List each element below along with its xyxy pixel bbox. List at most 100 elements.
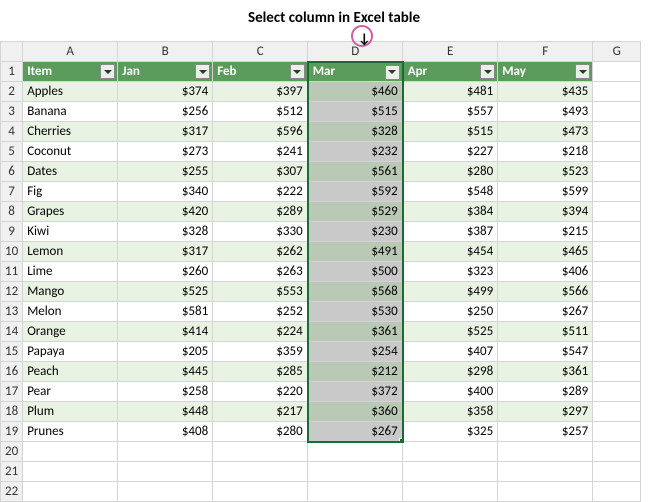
cell-A20[interactable] [23, 442, 118, 462]
cell-value[interactable]: $530 [308, 302, 403, 322]
table-header-mar[interactable]: Mar [308, 62, 403, 82]
cell-value[interactable]: $500 [308, 262, 403, 282]
cell-item[interactable]: Grapes [23, 202, 118, 222]
cell-value[interactable]: $406 [498, 262, 593, 282]
cell-value[interactable]: $529 [308, 202, 403, 222]
cell-value[interactable]: $599 [498, 182, 593, 202]
cell-value[interactable]: $250 [403, 302, 498, 322]
cell-G9[interactable] [593, 222, 641, 242]
filter-dropdown-icon[interactable] [480, 64, 495, 79]
cell-D20[interactable] [308, 442, 403, 462]
cell-value[interactable]: $499 [403, 282, 498, 302]
cell-value[interactable]: $325 [403, 422, 498, 442]
cell-value[interactable]: $358 [403, 402, 498, 422]
cell-E20[interactable] [403, 442, 498, 462]
cell-G3[interactable] [593, 102, 641, 122]
cell-E21[interactable] [403, 462, 498, 482]
cell-value[interactable]: $256 [118, 102, 213, 122]
cell-value[interactable]: $241 [213, 142, 308, 162]
cell-value[interactable]: $267 [498, 302, 593, 322]
cell-value[interactable]: $359 [213, 342, 308, 362]
filter-dropdown-icon[interactable] [575, 64, 590, 79]
cell-value[interactable]: $340 [118, 182, 213, 202]
column-header-D[interactable]: D [308, 42, 403, 62]
filter-dropdown-icon[interactable] [195, 64, 210, 79]
cell-value[interactable]: $280 [403, 162, 498, 182]
cell-item[interactable]: Peach [23, 362, 118, 382]
cell-item[interactable]: Prunes [23, 422, 118, 442]
cell-G1[interactable] [593, 62, 641, 82]
cell-item[interactable]: Papaya [23, 342, 118, 362]
cell-G11[interactable] [593, 262, 641, 282]
cell-value[interactable]: $553 [213, 282, 308, 302]
cell-G5[interactable] [593, 142, 641, 162]
cell-item[interactable]: Banana [23, 102, 118, 122]
cell-G6[interactable] [593, 162, 641, 182]
row-header-5[interactable]: 5 [1, 142, 23, 162]
cell-value[interactable]: $445 [118, 362, 213, 382]
cell-value[interactable]: $330 [213, 222, 308, 242]
row-header-11[interactable]: 11 [1, 262, 23, 282]
cell-value[interactable]: $260 [118, 262, 213, 282]
cell-B21[interactable] [118, 462, 213, 482]
cell-G19[interactable] [593, 422, 641, 442]
table-header-jan[interactable]: Jan [118, 62, 213, 82]
cell-value[interactable]: $254 [308, 342, 403, 362]
row-header-4[interactable]: 4 [1, 122, 23, 142]
cell-value[interactable]: $473 [498, 122, 593, 142]
cell-value[interactable]: $557 [403, 102, 498, 122]
cell-B22[interactable] [118, 482, 213, 502]
cell-value[interactable]: $400 [403, 382, 498, 402]
cell-D21[interactable] [308, 462, 403, 482]
cell-item[interactable]: Plum [23, 402, 118, 422]
column-header-B[interactable]: B [118, 42, 213, 62]
cell-value[interactable]: $258 [118, 382, 213, 402]
cell-value[interactable]: $252 [213, 302, 308, 322]
row-header-14[interactable]: 14 [1, 322, 23, 342]
cell-value[interactable]: $372 [308, 382, 403, 402]
row-header-7[interactable]: 7 [1, 182, 23, 202]
cell-value[interactable]: $257 [498, 422, 593, 442]
cell-value[interactable]: $414 [118, 322, 213, 342]
cell-item[interactable]: Pear [23, 382, 118, 402]
row-header-18[interactable]: 18 [1, 402, 23, 422]
cell-item[interactable]: Mango [23, 282, 118, 302]
cell-D22[interactable] [308, 482, 403, 502]
filter-dropdown-icon[interactable] [290, 64, 305, 79]
row-header-15[interactable]: 15 [1, 342, 23, 362]
selection-handle[interactable] [399, 438, 403, 442]
cell-value[interactable]: $481 [403, 82, 498, 102]
cell-value[interactable]: $227 [403, 142, 498, 162]
cell-value[interactable]: $515 [403, 122, 498, 142]
cell-value[interactable]: $397 [213, 82, 308, 102]
cell-value[interactable]: $217 [213, 402, 308, 422]
cell-item[interactable]: Fig [23, 182, 118, 202]
row-header-22[interactable]: 22 [1, 482, 23, 502]
cell-value[interactable]: $407 [403, 342, 498, 362]
row-header-16[interactable]: 16 [1, 362, 23, 382]
cell-value[interactable]: $218 [498, 142, 593, 162]
row-header-12[interactable]: 12 [1, 282, 23, 302]
cell-value[interactable]: $596 [213, 122, 308, 142]
cell-F21[interactable] [498, 462, 593, 482]
cell-item[interactable]: Coconut [23, 142, 118, 162]
cell-value[interactable]: $323 [403, 262, 498, 282]
cell-value[interactable]: $267 [308, 422, 403, 442]
cell-value[interactable]: $263 [213, 262, 308, 282]
cell-value[interactable]: $592 [308, 182, 403, 202]
cell-value[interactable]: $212 [308, 362, 403, 382]
row-header-19[interactable]: 19 [1, 422, 23, 442]
cell-value[interactable]: $511 [498, 322, 593, 342]
cell-value[interactable]: $512 [213, 102, 308, 122]
cell-value[interactable]: $215 [498, 222, 593, 242]
cell-G4[interactable] [593, 122, 641, 142]
cell-item[interactable]: Lime [23, 262, 118, 282]
cell-value[interactable]: $384 [403, 202, 498, 222]
row-header-6[interactable]: 6 [1, 162, 23, 182]
cell-value[interactable]: $220 [213, 382, 308, 402]
column-header-A[interactable]: A [23, 42, 118, 62]
cell-G13[interactable] [593, 302, 641, 322]
cell-item[interactable]: Kiwi [23, 222, 118, 242]
cell-G17[interactable] [593, 382, 641, 402]
cell-value[interactable]: $361 [498, 362, 593, 382]
